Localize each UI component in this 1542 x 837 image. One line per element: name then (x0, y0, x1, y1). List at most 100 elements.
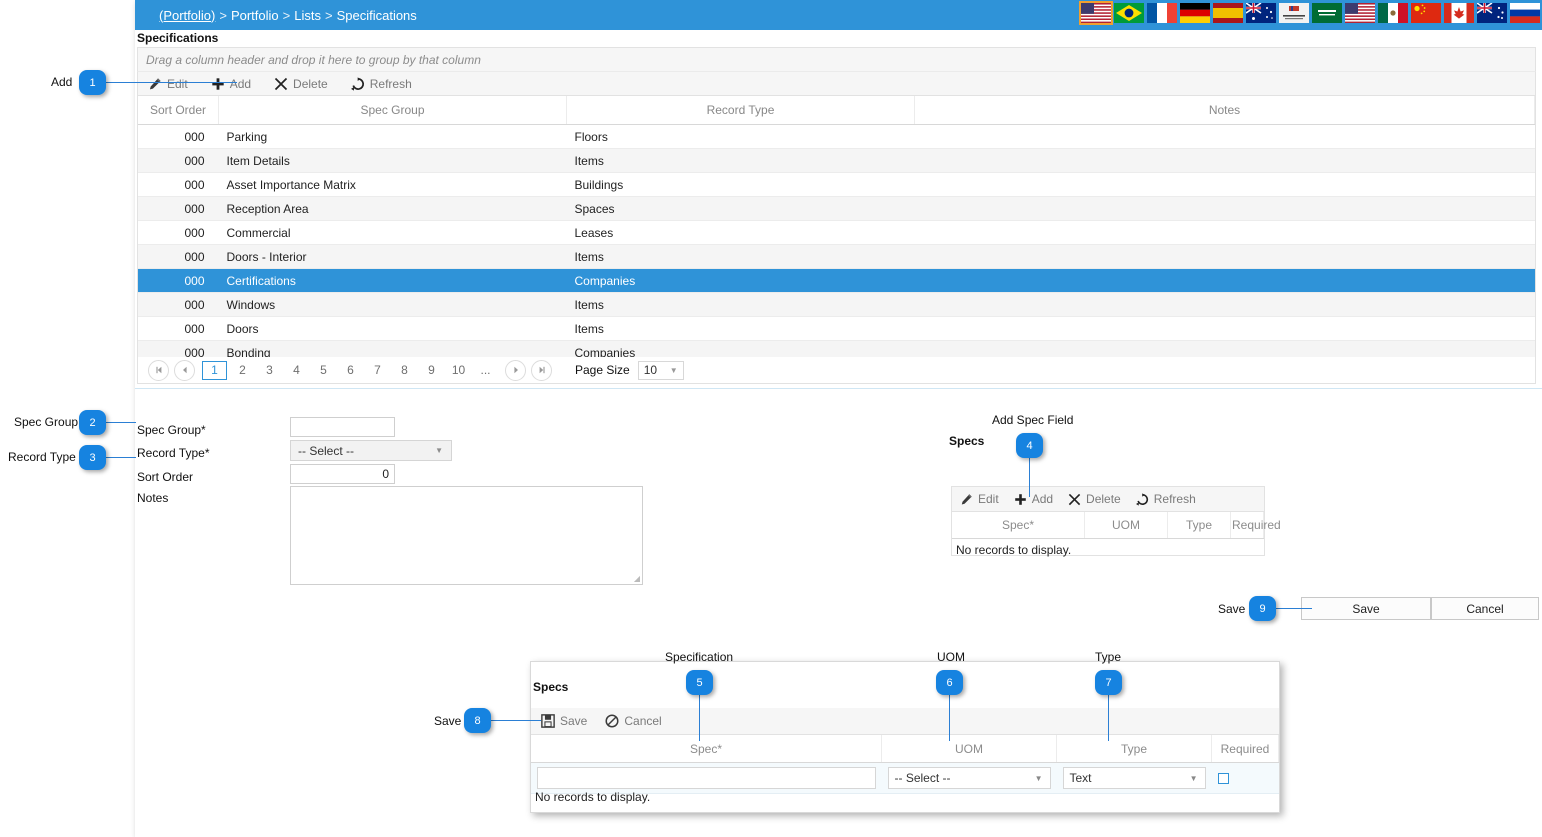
callout-badge-3: 3 (79, 445, 106, 470)
close-icon (1068, 493, 1081, 506)
specs-editor-column-header-spec[interactable]: Spec* (531, 735, 882, 763)
cell-sort-order: 000 (138, 268, 219, 293)
flag-canada[interactable] (1444, 3, 1474, 23)
grid-toolbar: Edit Add Delete Refresh (137, 71, 1536, 96)
breadcrumb-item-portfolio-root[interactable]: (Portfolio) (159, 8, 215, 23)
refresh-icon (1135, 492, 1149, 506)
specs-editor-cancel-button[interactable]: Cancel (599, 709, 673, 733)
flag-spain[interactable] (1213, 3, 1243, 23)
table-row[interactable]: 000 Certifications Companies (138, 268, 1535, 293)
page-number-button[interactable]: 5 (312, 362, 335, 379)
page-size-select[interactable]: 10 ▼ (637, 360, 684, 380)
sort-order-input[interactable] (290, 464, 395, 484)
specs-editor-title: Specs (533, 680, 569, 694)
specs-editor-column-header-required[interactable]: Required (1211, 735, 1279, 763)
column-header-spec-group[interactable]: Spec Group (218, 96, 567, 125)
cancel-button[interactable]: Cancel (1431, 597, 1539, 620)
refresh-label: Refresh (369, 76, 412, 91)
flag-saudi-arabia[interactable] (1312, 3, 1342, 23)
specs-column-header-uom[interactable]: UOM (1084, 512, 1168, 539)
delete-button[interactable]: Delete (264, 72, 341, 96)
previous-page-button[interactable] (174, 359, 195, 381)
flag-china[interactable] (1411, 3, 1441, 23)
page-number-button[interactable]: 8 (393, 362, 416, 379)
cell-notes (914, 124, 1535, 149)
flag-usa-2[interactable] (1345, 3, 1375, 23)
page-number-button[interactable]: 6 (339, 362, 362, 379)
specs-editor-column-header-uom[interactable]: UOM (881, 735, 1057, 763)
flag-australia[interactable] (1246, 3, 1276, 23)
cell-record-type: Leases (566, 220, 915, 245)
page-number-button[interactable]: 2 (231, 362, 254, 379)
record-type-label: Record Type* (137, 446, 210, 460)
page-number-button[interactable]: 4 (285, 362, 308, 379)
save-button[interactable]: Save (1301, 597, 1431, 620)
flag-russia[interactable] (1510, 3, 1540, 23)
specs-editor-cell-type: Text ▼ (1056, 762, 1212, 794)
breadcrumb-item-portfolio[interactable]: Portfolio (231, 8, 279, 23)
flag-usa[interactable] (1079, 1, 1113, 25)
specs-column-header-spec[interactable]: Spec* (952, 512, 1085, 539)
specs-mini-toolbar: Edit Add Delete Refresh (952, 487, 1264, 512)
specs-column-header-type[interactable]: Type (1167, 512, 1231, 539)
table-row[interactable]: 000 Commercial Leases (138, 220, 1535, 245)
specs-panel-title: Specs (949, 434, 985, 448)
uom-select[interactable]: -- Select -- ▼ (887, 767, 1051, 789)
callout-label-2: Spec Group (14, 415, 79, 429)
specs-edit-button[interactable]: Edit (952, 487, 1008, 511)
plus-icon (1014, 493, 1027, 506)
table-row[interactable]: 000 Doors Items (138, 316, 1535, 341)
edit-button[interactable]: Edit (138, 72, 201, 96)
notes-textarea[interactable]: ◢ (290, 486, 643, 585)
page-number-button[interactable]: 7 (366, 362, 389, 379)
page-number-button[interactable]: 1 (202, 360, 227, 380)
page-number-button[interactable]: 9 (420, 362, 443, 379)
flag-mexico[interactable] (1378, 3, 1408, 23)
refresh-button[interactable]: Refresh (341, 72, 425, 96)
cell-record-type: Floors (566, 124, 915, 149)
spec-group-input[interactable] (290, 417, 395, 437)
table-row[interactable]: 000 Asset Importance Matrix Buildings (138, 172, 1535, 197)
specs-editor-save-button[interactable]: Save (531, 709, 599, 733)
first-page-button[interactable] (148, 359, 169, 381)
spec-name-input[interactable] (537, 767, 876, 789)
logo-hill-international[interactable] (1279, 3, 1309, 23)
breadcrumb-item-specifications[interactable]: Specifications (337, 8, 417, 23)
page-number-button[interactable]: 3 (258, 362, 281, 379)
callout-label-1: Add (51, 75, 73, 89)
next-page-button[interactable] (505, 359, 526, 381)
column-header-notes[interactable]: Notes (914, 96, 1535, 125)
callout-badge-8: 8 (464, 708, 491, 733)
column-header-sort-order[interactable]: Sort Order (138, 96, 219, 125)
record-type-select[interactable]: -- Select -- ▼ (290, 440, 452, 461)
page-number-button[interactable]: ... (474, 362, 497, 379)
callout-badge-4: 4 (1016, 433, 1043, 458)
callout-line-4 (1029, 458, 1030, 497)
specs-add-button[interactable]: Add (1008, 487, 1062, 511)
table-row[interactable]: 000 Parking Floors (138, 124, 1535, 149)
specs-column-header-required[interactable]: Required (1230, 512, 1281, 539)
specs-editor-column-header-type[interactable]: Type (1056, 735, 1212, 763)
last-page-button[interactable] (531, 359, 552, 381)
resize-grip-icon[interactable]: ◢ (634, 574, 640, 583)
table-row[interactable]: 000 Reception Area Spaces (138, 196, 1535, 221)
add-label: Add (229, 76, 252, 91)
column-header-record-type[interactable]: Record Type (566, 96, 915, 125)
specs-editor-cell-spec (531, 762, 882, 794)
flag-germany[interactable] (1180, 3, 1210, 23)
pencil-icon (148, 77, 162, 91)
flag-brazil[interactable] (1114, 3, 1144, 23)
table-row[interactable]: 000 Windows Items (138, 292, 1535, 317)
specs-refresh-button[interactable]: Refresh (1130, 487, 1205, 511)
type-select[interactable]: Text ▼ (1062, 767, 1206, 789)
breadcrumb-item-lists[interactable]: Lists (294, 8, 321, 23)
flag-france[interactable] (1147, 3, 1177, 23)
table-row[interactable]: 000 Doors - Interior Items (138, 244, 1535, 269)
flag-new-zealand[interactable] (1477, 3, 1507, 23)
required-checkbox[interactable] (1217, 772, 1229, 784)
specs-delete-button[interactable]: Delete (1062, 487, 1130, 511)
page-number-button[interactable]: 10 (447, 362, 470, 379)
group-by-dropzone[interactable]: Drag a column header and drop it here to… (137, 47, 1536, 71)
table-row[interactable]: 000 Item Details Items (138, 148, 1535, 173)
add-button[interactable]: Add (201, 72, 264, 96)
